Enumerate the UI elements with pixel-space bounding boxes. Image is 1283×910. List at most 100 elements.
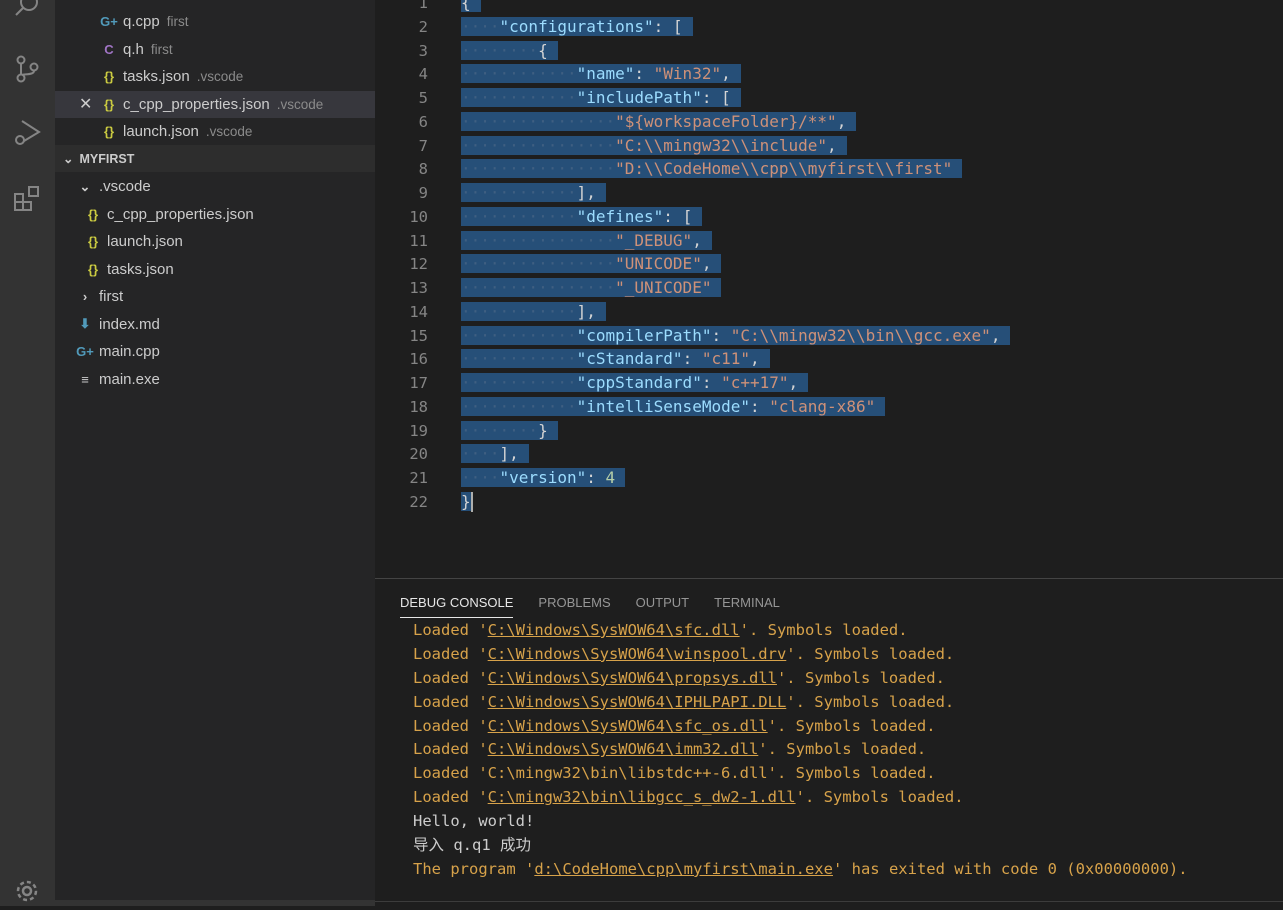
file-link[interactable]: C:\Windows\SysWOW64\imm32.dll: [488, 740, 759, 758]
json-icon: {}: [103, 96, 115, 112]
file-name: main.exe: [99, 370, 160, 388]
code-line[interactable]: ············"name": "Win32",: [461, 62, 741, 86]
selection-highlight: ····"version": 4: [461, 468, 626, 487]
code-line[interactable]: ········}: [461, 419, 558, 443]
tree-item[interactable]: {} c_cpp_properties.json: [55, 201, 375, 228]
code-line[interactable]: ················"UNICODE",: [461, 252, 722, 276]
line-number: 18: [409, 397, 428, 416]
explorer-sidebar: ✕G+q.cppfirst✕Cq.hfirst✕{}tasks.json.vsc…: [55, 0, 375, 906]
search-icon[interactable]: [8, 0, 46, 24]
code-line[interactable]: ············"cStandard": "c11",: [461, 347, 770, 371]
tree-item[interactable]: › first: [55, 283, 375, 310]
code-line[interactable]: }: [461, 490, 473, 514]
console-text: '. Symbols loaded.: [786, 644, 955, 663]
sidebar-scrollbar[interactable]: [55, 900, 375, 906]
tree-item[interactable]: {} tasks.json: [55, 256, 375, 283]
code-line[interactable]: ············],: [461, 181, 606, 205]
file-name: first: [99, 288, 124, 305]
file-link[interactable]: C:\Windows\SysWOW64\sfc.dll: [488, 621, 740, 639]
console-text: '. Symbols loaded.: [767, 716, 936, 735]
file-link[interactable]: C:\Windows\SysWOW64\winspool.drv: [488, 645, 787, 663]
code-token: "c11": [701, 349, 750, 369]
json-icon: {}: [103, 124, 115, 139]
console-text: '. Symbols loaded.: [795, 788, 964, 807]
selection-highlight: ············"name": "Win32",: [461, 64, 741, 84]
extensions-icon[interactable]: [8, 180, 46, 218]
code-token: "D:\\CodeHome\\cpp\\myfirst\\first": [615, 159, 953, 179]
tab-debug-console[interactable]: DEBUG CONSOLE: [400, 595, 514, 618]
tree-item[interactable]: ⌄ .vscode: [55, 173, 375, 200]
code-line[interactable]: ····"version": 4: [461, 466, 626, 490]
code-line[interactable]: ············],: [461, 300, 606, 324]
code-editor[interactable]: 1{2 ····"configurations": [3 ········{4 ···…: [375, 0, 1283, 578]
code-token: ,: [990, 325, 1001, 345]
file-link[interactable]: C:\Windows\SysWOW64\IPHLPAPI.DLL: [488, 693, 787, 711]
tree-item[interactable]: {} launch.json: [55, 228, 375, 255]
tree-item[interactable]: ≡ main.exe: [55, 366, 375, 393]
console-line: Loaded 'C:\mingw32\bin\libgcc_s_dw2-1.dl…: [413, 786, 1188, 810]
chevron-down-icon: ⌄: [63, 152, 74, 166]
json-icon: {}: [87, 261, 99, 277]
console-text: 导入 q.q1 成功: [413, 836, 531, 855]
code-line[interactable]: ············"defines": [: [461, 205, 703, 229]
code-token: :: [682, 349, 702, 369]
code-line[interactable]: ····],: [461, 442, 529, 466]
console-text: Loaded ': [413, 621, 488, 639]
line-number: 21: [409, 469, 428, 487]
close-icon[interactable]: ✕: [79, 94, 99, 114]
console-text: Loaded ': [413, 740, 488, 759]
line-number: 1: [418, 0, 428, 12]
file-link[interactable]: d:\CodeHome\cpp\myfirst\main.exe: [534, 860, 833, 878]
line-number: 13: [409, 279, 428, 297]
code-token: {: [538, 40, 548, 60]
open-editor-item[interactable]: ✕{}launch.json.vscode: [55, 118, 375, 145]
code-line[interactable]: ············"intelliSenseMode": "clang-x…: [461, 395, 886, 419]
console-line: Loaded 'C:\Windows\SysWOW64\propsys.dll'…: [413, 667, 1188, 691]
tab-problems[interactable]: PROBLEMS: [538, 595, 610, 618]
console-line: Loaded 'C:\Windows\SysWOW64\winspool.drv…: [413, 643, 1188, 667]
tab-output[interactable]: OUTPUT: [636, 595, 689, 618]
code-line[interactable]: ················"C:\\mingw32\\include",: [461, 134, 847, 158]
code-line[interactable]: ················"${workspaceFolder}/**",: [461, 110, 857, 134]
code-line[interactable]: ····"configurations": [: [461, 15, 693, 39]
file-link[interactable]: C:\Windows\SysWOW64\sfc_os.dll: [488, 717, 768, 735]
code-line[interactable]: ············"cppStandard": "c++17",: [461, 371, 809, 395]
source-control-icon[interactable]: [8, 50, 46, 88]
console-text: '. Symbols loaded.: [758, 740, 927, 759]
code-line[interactable]: {: [461, 0, 481, 15]
tab-terminal[interactable]: TERMINAL: [714, 595, 780, 618]
line-number: 16: [409, 350, 428, 369]
file-name: tasks.json: [107, 260, 174, 278]
tree-item[interactable]: G+ main.cpp: [55, 338, 375, 365]
code-line[interactable]: ············"compilerPath": "C:\\mingw32…: [461, 324, 1011, 348]
code-token: "name": [576, 64, 635, 84]
tree-item[interactable]: ⬇ index.md: [55, 311, 375, 338]
open-editor-item[interactable]: ✕{} c_cpp_properties.json .vscode: [55, 90, 375, 118]
code-line[interactable]: ················"_DEBUG",: [461, 229, 712, 253]
code-line[interactable]: ················"D:\\CodeHome\\cpp\\myfi…: [461, 157, 963, 181]
code-token: ,: [750, 349, 760, 369]
open-editor-item[interactable]: ✕G+q.cppfirst: [55, 8, 375, 35]
selection-highlight: ············"includePath": [: [461, 88, 741, 107]
open-editor-item[interactable]: ✕Cq.hfirst: [55, 36, 375, 63]
console-line: Loaded 'C:\Windows\SysWOW64\IPHLPAPI.DLL…: [413, 691, 1188, 715]
console-line: Hello, world!: [413, 810, 1188, 834]
selection-highlight: }: [461, 491, 473, 513]
line-number: 7: [418, 136, 428, 155]
console-text: '. Symbols loaded.: [786, 692, 955, 711]
selection-highlight: ········}: [461, 420, 558, 440]
code-token: : [: [653, 16, 683, 36]
file-link[interactable]: C:\Windows\SysWOW64\propsys.dll: [488, 669, 777, 687]
code-token: "_DEBUG": [615, 230, 693, 250]
line-number: 5: [418, 89, 428, 107]
code-line[interactable]: ········{: [461, 39, 558, 63]
run-debug-icon[interactable]: [8, 113, 46, 151]
open-editor-item[interactable]: ✕{}tasks.json.vscode: [55, 63, 375, 90]
gear-icon[interactable]: [8, 872, 46, 910]
code-line[interactable]: ················"_UNICODE": [461, 276, 722, 300]
folder-header-myfirst[interactable]: ⌄ MYFIRST: [55, 145, 375, 172]
file-link[interactable]: C:\mingw32\bin\libgcc_s_dw2-1.dll: [488, 788, 796, 806]
code-line[interactable]: ············"includePath": [: [461, 86, 741, 110]
line-number: 9: [418, 184, 428, 202]
code-token: {: [461, 0, 471, 12]
